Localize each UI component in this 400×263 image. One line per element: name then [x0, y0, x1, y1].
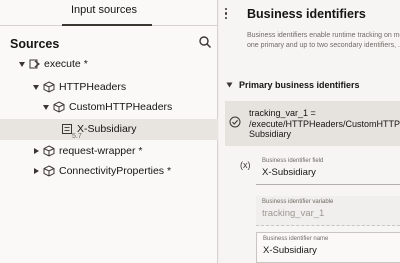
sources-heading: Sources	[10, 37, 60, 51]
tree-node-label: execute *	[44, 58, 88, 70]
cursor-hint: 5.7	[72, 133, 82, 140]
business-identifiers-panel: Business identifiers Business identifier…	[219, 0, 400, 263]
search-icon[interactable]	[198, 35, 212, 49]
tree-node-connectivityproperties[interactable]: ConnectivityProperties *	[0, 161, 218, 182]
description-line: Business identifiers enable runtime trac…	[247, 32, 400, 39]
tree-node-label: HTTPHeaders	[59, 81, 127, 93]
field-label: Business identifier variable	[262, 199, 334, 205]
cube-icon	[43, 81, 55, 93]
variable-icon[interactable]: (x)	[240, 160, 251, 170]
identifier-name-input[interactable]: Business identifier name X-Subsidiary	[256, 232, 400, 263]
primary-identifiers-section-toggle[interactable]: Primary business identifiers	[219, 78, 400, 94]
tree-node-label: X-Subsidiary	[77, 123, 137, 135]
tree-node-execute[interactable]: execute *	[0, 54, 218, 75]
identifier-variable-input: Business identifier variable tracking_va…	[256, 196, 400, 226]
tree-node-httpheaders[interactable]: HTTPHeaders	[0, 77, 218, 98]
summary-line: Subsidiary	[249, 129, 292, 139]
chevron-right-icon[interactable]	[34, 148, 39, 154]
summary-line: /execute/HTTPHeaders/CustomHTTPHe	[249, 118, 400, 129]
tree-node-label: CustomHTTPHeaders	[69, 101, 173, 113]
tab-input-sources[interactable]: Input sources	[0, 4, 208, 16]
field-value: tracking_var_1	[262, 208, 325, 219]
chevron-right-icon[interactable]	[34, 168, 39, 174]
tab-bar: Input sources	[0, 0, 217, 26]
tree-node-x-subsidiary[interactable]: X-Subsidiary	[0, 119, 218, 140]
section-title: Primary business identifiers	[239, 80, 360, 90]
cube-icon	[53, 101, 65, 113]
description-line: one primary and up to two secondary iden…	[247, 42, 400, 49]
tree-node-request-wrapper[interactable]: request-wrapper *	[0, 141, 218, 162]
operation-icon	[29, 59, 40, 69]
panel-title: Business identifiers	[247, 7, 366, 21]
chevron-down-icon[interactable]	[226, 82, 233, 88]
field-label: Business identifier field	[262, 158, 324, 164]
field-value[interactable]: X-Subsidiary	[263, 245, 400, 256]
more-options-icon[interactable]	[222, 8, 230, 22]
check-circle-icon	[229, 116, 241, 128]
tree-node-label: ConnectivityProperties *	[59, 165, 172, 177]
tree-node-label: request-wrapper *	[59, 145, 143, 157]
chevron-down-icon[interactable]	[33, 85, 39, 90]
identifier-summary-text: tracking_var_1 = /execute/HTTPHeaders/Cu…	[249, 108, 400, 140]
identifier-summary-card[interactable]: tracking_var_1 = /execute/HTTPHeaders/Cu…	[225, 101, 400, 146]
panel-description: Business identifiers enable runtime trac…	[247, 31, 400, 51]
field-label: Business identifier name	[263, 236, 329, 242]
field-value[interactable]: X-Subsidiary	[262, 167, 400, 178]
chevron-down-icon[interactable]	[43, 105, 49, 110]
active-tab-indicator	[62, 24, 152, 26]
cube-icon	[43, 145, 55, 157]
cube-icon	[43, 165, 55, 177]
input-sources-panel: Input sources Sources execute * HTTPHead…	[0, 0, 218, 263]
chevron-down-icon[interactable]	[19, 62, 25, 67]
tree-node-customhttpheaders[interactable]: CustomHTTPHeaders	[0, 97, 218, 118]
identifier-field-input[interactable]: Business identifier field X-Subsidiary	[256, 155, 400, 185]
summary-line: tracking_var_1 =	[249, 108, 316, 118]
